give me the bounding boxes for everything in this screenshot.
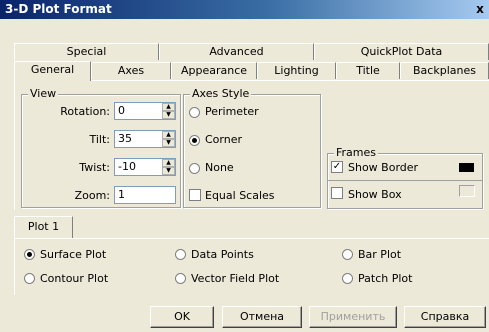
zoom-input[interactable]: 1 [114, 186, 176, 204]
contour-plot-radio[interactable] [24, 273, 35, 284]
window-title: 3-D Plot Format [5, 2, 112, 16]
show-border-checkbox[interactable]: ✓ [331, 161, 343, 173]
data-points-radio[interactable] [175, 249, 186, 260]
data-points-label: Data Points [191, 248, 254, 261]
twist-value: -10 [118, 160, 136, 173]
show-box-checkbox[interactable] [331, 187, 343, 199]
spin-down-icon[interactable]: ▼ [162, 139, 175, 147]
frames-divider [328, 180, 482, 181]
equal-scales-label: Equal Scales [205, 189, 275, 202]
apply-button[interactable]: Применить [309, 306, 397, 328]
surface-plot-label: Surface Plot [40, 248, 107, 261]
rotation-spinner[interactable]: 0 ▲ ▼ [114, 102, 176, 120]
spin-up-icon[interactable]: ▲ [162, 159, 175, 167]
vector-field-plot-label: Vector Field Plot [191, 272, 280, 285]
tilt-value: 35 [118, 132, 132, 145]
corner-radio[interactable] [189, 135, 200, 146]
tab-special[interactable]: Special [14, 43, 159, 60]
tab-advanced[interactable]: Advanced [159, 43, 314, 60]
ok-button[interactable]: OK [150, 306, 214, 328]
plot-type-panel [14, 238, 489, 295]
perimeter-label: Perimeter [205, 105, 259, 118]
none-label: None [205, 161, 234, 174]
tab-backplanes[interactable]: Backplanes [400, 62, 489, 79]
vector-field-plot-radio[interactable] [175, 273, 186, 284]
contour-plot-label: Contour Plot [40, 272, 109, 285]
bar-plot-label: Bar Plot [358, 248, 402, 261]
tilt-label: Tilt: [89, 133, 110, 146]
rotation-spin-buttons: ▲ ▼ [162, 103, 175, 119]
spin-down-icon[interactable]: ▼ [162, 111, 175, 119]
patch-plot-radio[interactable] [342, 273, 353, 284]
title-bar: 3-D Plot Format [0, 0, 489, 19]
close-icon[interactable]: x [473, 0, 487, 18]
show-border-label: Show Border [348, 161, 419, 174]
twist-spinner[interactable]: -10 ▲ ▼ [114, 158, 176, 176]
twist-spin-buttons: ▲ ▼ [162, 159, 175, 175]
tilt-spinner[interactable]: 35 ▲ ▼ [114, 130, 176, 148]
none-radio[interactable] [189, 163, 200, 174]
perimeter-radio[interactable] [189, 107, 200, 118]
tab-general[interactable]: General [14, 61, 91, 81]
tab-title[interactable]: Title [336, 62, 400, 79]
tab-lighting[interactable]: Lighting [257, 62, 336, 79]
equal-scales-checkbox[interactable] [189, 189, 201, 201]
axes-style-group-title: Axes Style [190, 87, 252, 100]
surface-plot-radio[interactable] [24, 249, 35, 260]
spin-down-icon[interactable]: ▼ [162, 167, 175, 175]
box-color-swatch[interactable] [459, 185, 475, 197]
show-box-label: Show Box [348, 188, 402, 201]
patch-plot-label: Patch Plot [358, 272, 413, 285]
tab-plot-1[interactable]: Plot 1 [14, 216, 73, 238]
spin-up-icon[interactable]: ▲ [162, 131, 175, 139]
tab-axes[interactable]: Axes [91, 62, 171, 79]
frames-group-title: Frames [334, 146, 379, 159]
cancel-button[interactable]: Отмена [222, 306, 302, 328]
tab-quickplot-data[interactable]: QuickPlot Data [314, 43, 489, 60]
bar-plot-radio[interactable] [342, 249, 353, 260]
view-group-title: View [28, 87, 59, 100]
zoom-label: Zoom: [74, 189, 110, 202]
rotation-value: 0 [118, 104, 125, 117]
corner-label: Corner [205, 133, 243, 146]
twist-label: Twist: [79, 161, 110, 174]
border-color-swatch[interactable] [459, 163, 474, 172]
spin-up-icon[interactable]: ▲ [162, 103, 175, 111]
tab-appearance[interactable]: Appearance [171, 62, 257, 79]
tilt-spin-buttons: ▲ ▼ [162, 131, 175, 147]
rotation-label: Rotation: [60, 105, 110, 118]
help-button[interactable]: Справка [404, 306, 486, 328]
